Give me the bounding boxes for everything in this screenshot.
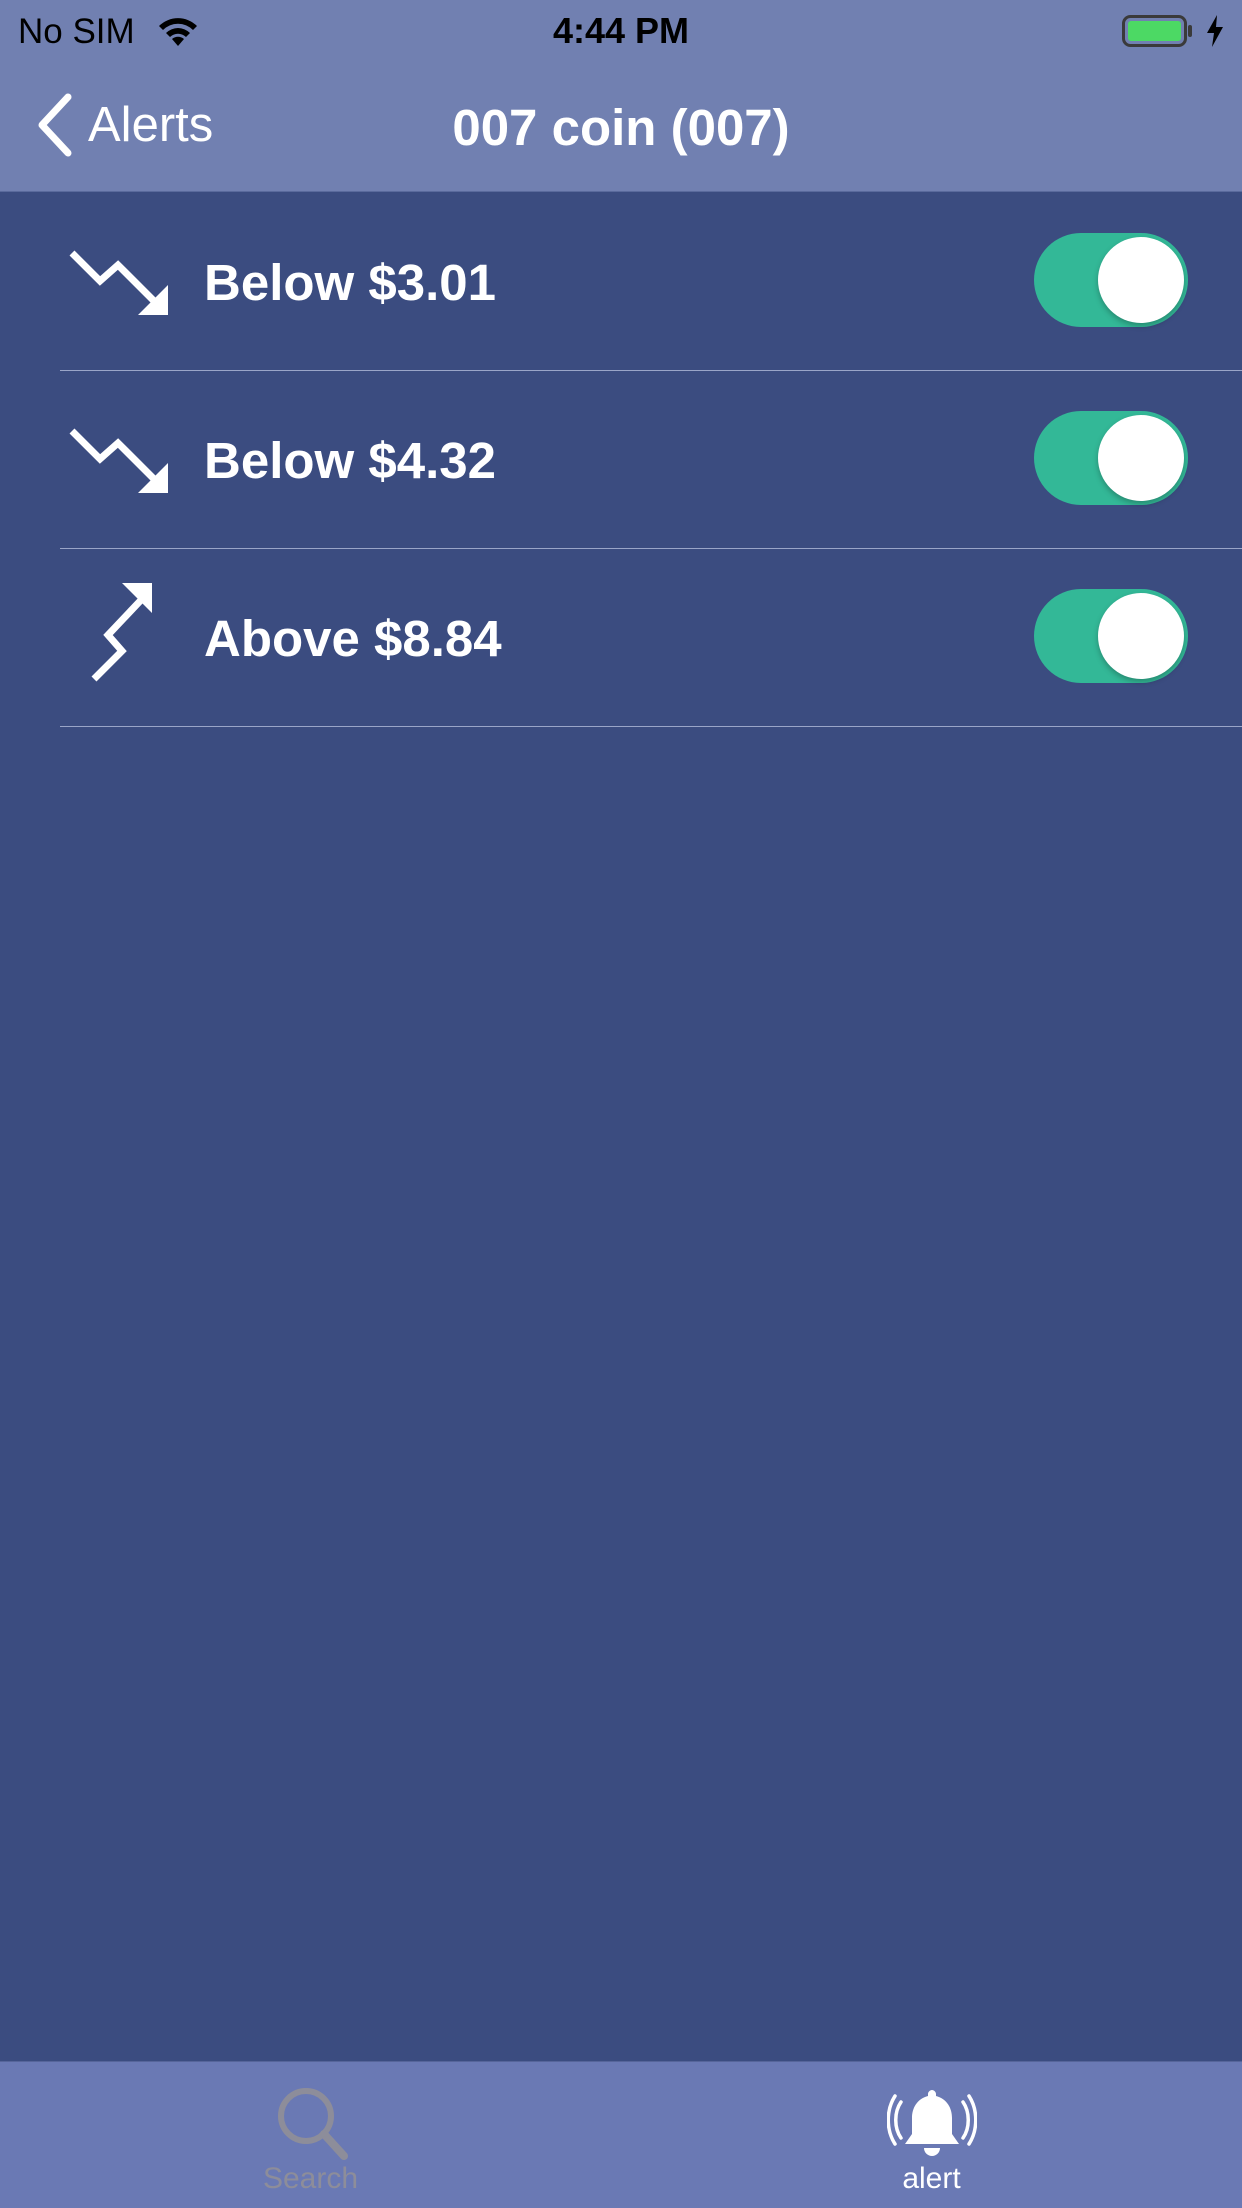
toggle-knob xyxy=(1098,237,1184,323)
alert-row[interactable]: Below $4.32 xyxy=(0,371,1242,549)
alert-list: Below $3.01 Below $4.32 Above $8.84 xyxy=(0,193,1242,727)
tab-bar: Search alert xyxy=(0,2061,1242,2208)
alert-row[interactable]: Below $3.01 xyxy=(0,193,1242,371)
toggle-knob xyxy=(1098,593,1184,679)
trend-up-icon xyxy=(91,583,152,682)
alert-row[interactable]: Above $8.84 xyxy=(0,549,1242,727)
alert-detail-screen: No SIM 4:44 PM Alerts 007 coin (007) Bel… xyxy=(0,0,1242,2208)
toggle-knob xyxy=(1098,415,1184,501)
alert-toggle[interactable] xyxy=(1034,589,1188,683)
battery-icon xyxy=(1122,15,1192,47)
alert-label: Below $4.32 xyxy=(204,432,496,489)
tab-search-label: Search xyxy=(262,2162,359,2195)
page-title: 007 coin (007) xyxy=(452,99,790,156)
charging-bolt-icon xyxy=(1207,15,1223,47)
alert-toggle[interactable] xyxy=(1034,411,1188,505)
trend-down-icon xyxy=(69,250,168,315)
navigation-bar: Alerts 007 coin (007) xyxy=(0,60,1242,192)
search-icon xyxy=(277,2088,348,2160)
alert-label: Above $8.84 xyxy=(204,610,502,667)
tab-alert-label: alert xyxy=(902,2162,961,2195)
status-bar: No SIM 4:44 PM xyxy=(0,0,1242,60)
alert-label: Below $3.01 xyxy=(204,254,496,311)
status-time: 4:44 PM xyxy=(552,10,690,51)
alert-toggle[interactable] xyxy=(1034,233,1188,327)
tab-alert[interactable]: alert xyxy=(621,2062,1242,2208)
bell-ringing-icon xyxy=(886,2090,977,2156)
tab-search[interactable]: Search xyxy=(0,2062,621,2208)
header: No SIM 4:44 PM Alerts 007 coin (007) xyxy=(0,0,1242,192)
trend-down-icon xyxy=(69,428,168,493)
